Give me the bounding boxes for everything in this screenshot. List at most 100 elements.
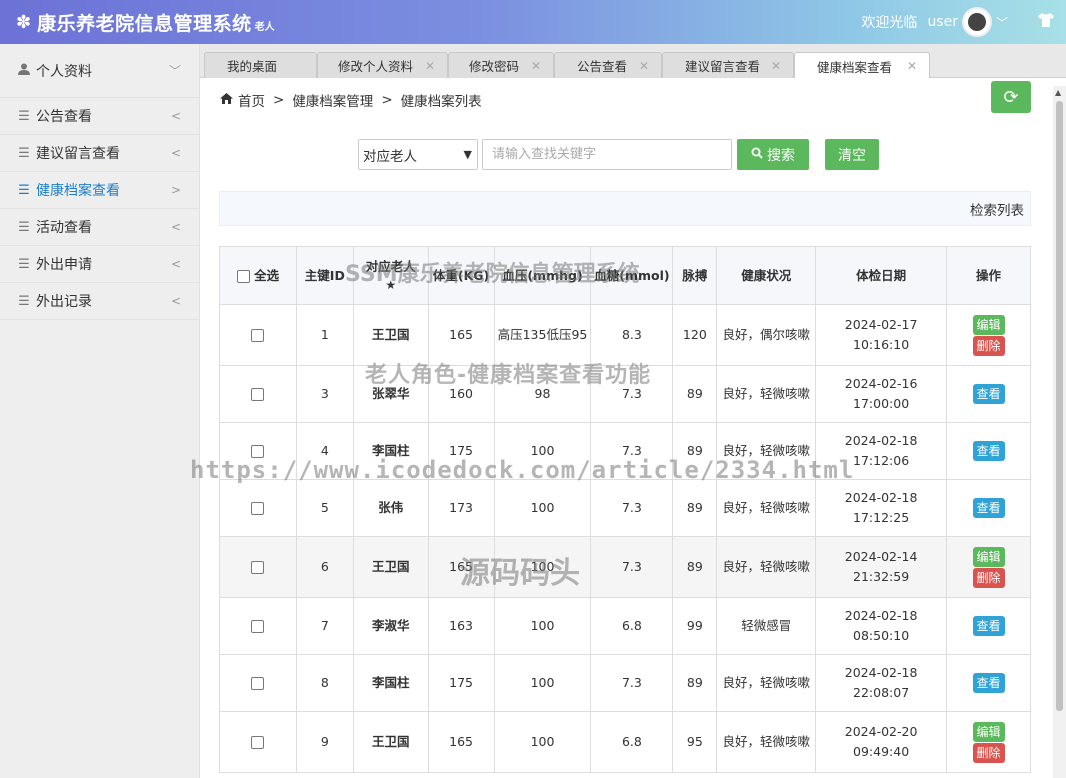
delete-button[interactable]: 删除 (972, 567, 1005, 588)
sidebar-item-health-records[interactable]: ☰ 健康档案查看 > (0, 172, 199, 209)
list-icon: ☰ (18, 182, 30, 198)
sidebar-item-outing-records[interactable]: ☰ 外出记录 < (0, 283, 199, 320)
cell-operations: 查看 (946, 365, 1031, 423)
select-all-checkbox[interactable] (236, 269, 250, 283)
tshirt-icon[interactable] (1026, 12, 1066, 32)
tab-label: 修改密码 (469, 59, 520, 74)
cell-operations: 编辑 删除 (946, 711, 1031, 773)
refresh-button[interactable]: ⟳ (991, 81, 1031, 113)
cell-pulse: 89 (672, 365, 718, 423)
tab-label: 健康档案查看 (817, 59, 893, 75)
table-row: 3 张翠华 160 98 7.3 89 良好，轻微咳嗽 2024-02-16 1… (219, 365, 1031, 423)
tab-suggestions[interactable]: 建议留言查看 ✕ (662, 52, 794, 78)
view-button[interactable]: 查看 (972, 498, 1005, 518)
cell-health-status: 轻微感冒 (716, 597, 817, 655)
cell-id: 1 (295, 304, 354, 366)
cell-weight: 165 (427, 711, 495, 773)
header-select-all[interactable]: 全选 (219, 246, 297, 305)
cell-health-status: 良好，偶尔咳嗽 (716, 304, 817, 366)
tab-edit-profile[interactable]: 修改个人资料 ✕ (317, 52, 448, 78)
scrollbar-thumb[interactable] (1056, 101, 1063, 711)
tab-change-password[interactable]: 修改密码 ✕ (448, 52, 554, 78)
row-checkbox[interactable] (251, 388, 265, 401)
close-icon[interactable]: ✕ (639, 59, 649, 73)
cell-exam-date: 2024-02-14 21:32:59 (815, 536, 948, 598)
chevron-down-icon[interactable]: ﹀ (996, 14, 1008, 31)
cell-blood-sugar: 7.3 (590, 422, 674, 480)
clear-button[interactable]: 清空 (825, 139, 879, 170)
app-logo[interactable]: ✽ 康乐养老院信息管理系统 老人 (0, 9, 275, 36)
table-row: 5 张伟 173 100 7.3 89 良好，轻微咳嗽 2024-02-18 1… (219, 479, 1031, 537)
cell-operations: 查看 (946, 422, 1031, 480)
cell-elder: 王卫国 (352, 711, 429, 773)
cell-exam-date: 2024-02-18 17:12:25 (815, 479, 948, 537)
avatar[interactable] (961, 7, 992, 37)
row-checkbox[interactable] (251, 736, 265, 749)
header-weight: 体重(KG) (427, 246, 495, 305)
view-button[interactable]: 查看 (972, 384, 1005, 404)
search-field-select[interactable]: 对应老人 ▼ (358, 139, 478, 170)
chevron-left-icon: < (170, 294, 181, 308)
breadcrumb-level2: 健康档案列表 (400, 94, 482, 110)
close-icon[interactable]: ✕ (425, 59, 435, 73)
header-exam-date: 体检日期 (815, 246, 948, 305)
cell-elder: 张伟 (352, 479, 429, 537)
close-icon[interactable]: ✕ (907, 59, 917, 73)
row-checkbox[interactable] (251, 677, 265, 690)
view-button[interactable]: 查看 (972, 616, 1005, 636)
cell-id: 3 (295, 365, 354, 423)
sidebar-item-activities[interactable]: ☰ 活动查看 < (0, 209, 199, 246)
row-checkbox[interactable] (251, 620, 265, 633)
tab-desktop[interactable]: 我的桌面 (204, 52, 317, 78)
sidebar: 个人资料 ﹀ ☰ 公告查看 < ☰ 建议留言查看 < ☰ 健康档案查看 > ☰ … (0, 44, 200, 778)
sidebar-item-profile[interactable]: 个人资料 ﹀ (0, 44, 199, 98)
breadcrumb-level1[interactable]: 健康档案管理 (292, 90, 373, 110)
breadcrumb-separator: > (273, 92, 285, 108)
user-icon (16, 63, 32, 79)
view-button[interactable]: 查看 (972, 673, 1005, 693)
scroll-up-icon[interactable]: ▲ (1055, 88, 1061, 97)
breadcrumb-home[interactable]: 首页 (238, 90, 265, 110)
tab-health-records[interactable]: 健康档案查看 ✕ (794, 52, 930, 79)
search-input[interactable] (482, 139, 732, 170)
table-row: 4 李国柱 175 100 7.3 89 良好，轻微咳嗽 2024-02-18 … (219, 422, 1031, 480)
cell-operations: 编辑 删除 (946, 536, 1031, 598)
close-icon[interactable]: ✕ (531, 59, 541, 73)
username[interactable]: user (927, 14, 958, 30)
view-button[interactable]: 查看 (972, 441, 1005, 461)
row-checkbox[interactable] (251, 561, 265, 574)
row-checkbox[interactable] (251, 329, 265, 342)
row-checkbox[interactable] (251, 502, 265, 515)
cell-exam-date: 2024-02-18 22:08:07 (815, 654, 948, 712)
cell-blood-sugar: 7.3 (590, 654, 674, 712)
edit-button[interactable]: 编辑 (972, 314, 1005, 335)
row-checkbox[interactable] (251, 445, 265, 458)
cell-id: 9 (295, 711, 354, 773)
sidebar-item-announcements[interactable]: ☰ 公告查看 < (0, 98, 199, 135)
cell-blood-pressure: 100 (493, 711, 592, 773)
edit-button[interactable]: 编辑 (972, 546, 1005, 567)
tab-announcements[interactable]: 公告查看 ✕ (554, 52, 662, 78)
breadcrumb: 首页 > 健康档案管理 > 健康档案列表 (220, 90, 482, 110)
home-icon (220, 93, 233, 107)
header-blood-sugar: 血糖(mmol) (590, 246, 674, 305)
sidebar-item-label: 建议留言查看 (36, 146, 120, 162)
vertical-scrollbar[interactable]: ▲ (1053, 86, 1066, 778)
close-icon[interactable]: ✕ (771, 59, 781, 73)
gear-icon: ✽ (16, 11, 32, 33)
search-button[interactable]: 搜索 (737, 139, 809, 170)
header-health-status: 健康状况 (716, 246, 817, 305)
cell-operations: 查看 (946, 654, 1031, 712)
edit-button[interactable]: 编辑 (972, 721, 1005, 742)
sidebar-item-suggestions[interactable]: ☰ 建议留言查看 < (0, 135, 199, 172)
cell-blood-pressure: 高压135低压95 (493, 304, 592, 366)
cell-weight: 175 (427, 422, 495, 480)
delete-button[interactable]: 删除 (972, 742, 1005, 763)
header-elder[interactable]: 对应老人 ★ (352, 246, 429, 305)
tab-bar: 我的桌面 修改个人资料 ✕ 修改密码 ✕ 公告查看 ✕ 建议留言查看 ✕ 健康档… (200, 44, 1066, 79)
delete-button[interactable]: 删除 (972, 335, 1005, 356)
table-row: 7 李淑华 163 100 6.8 99 轻微感冒 2024-02-18 08:… (219, 597, 1031, 655)
tab-label: 修改个人资料 (338, 59, 414, 74)
list-header: 检索列表 (219, 191, 1031, 226)
sidebar-item-outing-request[interactable]: ☰ 外出申请 < (0, 246, 199, 283)
